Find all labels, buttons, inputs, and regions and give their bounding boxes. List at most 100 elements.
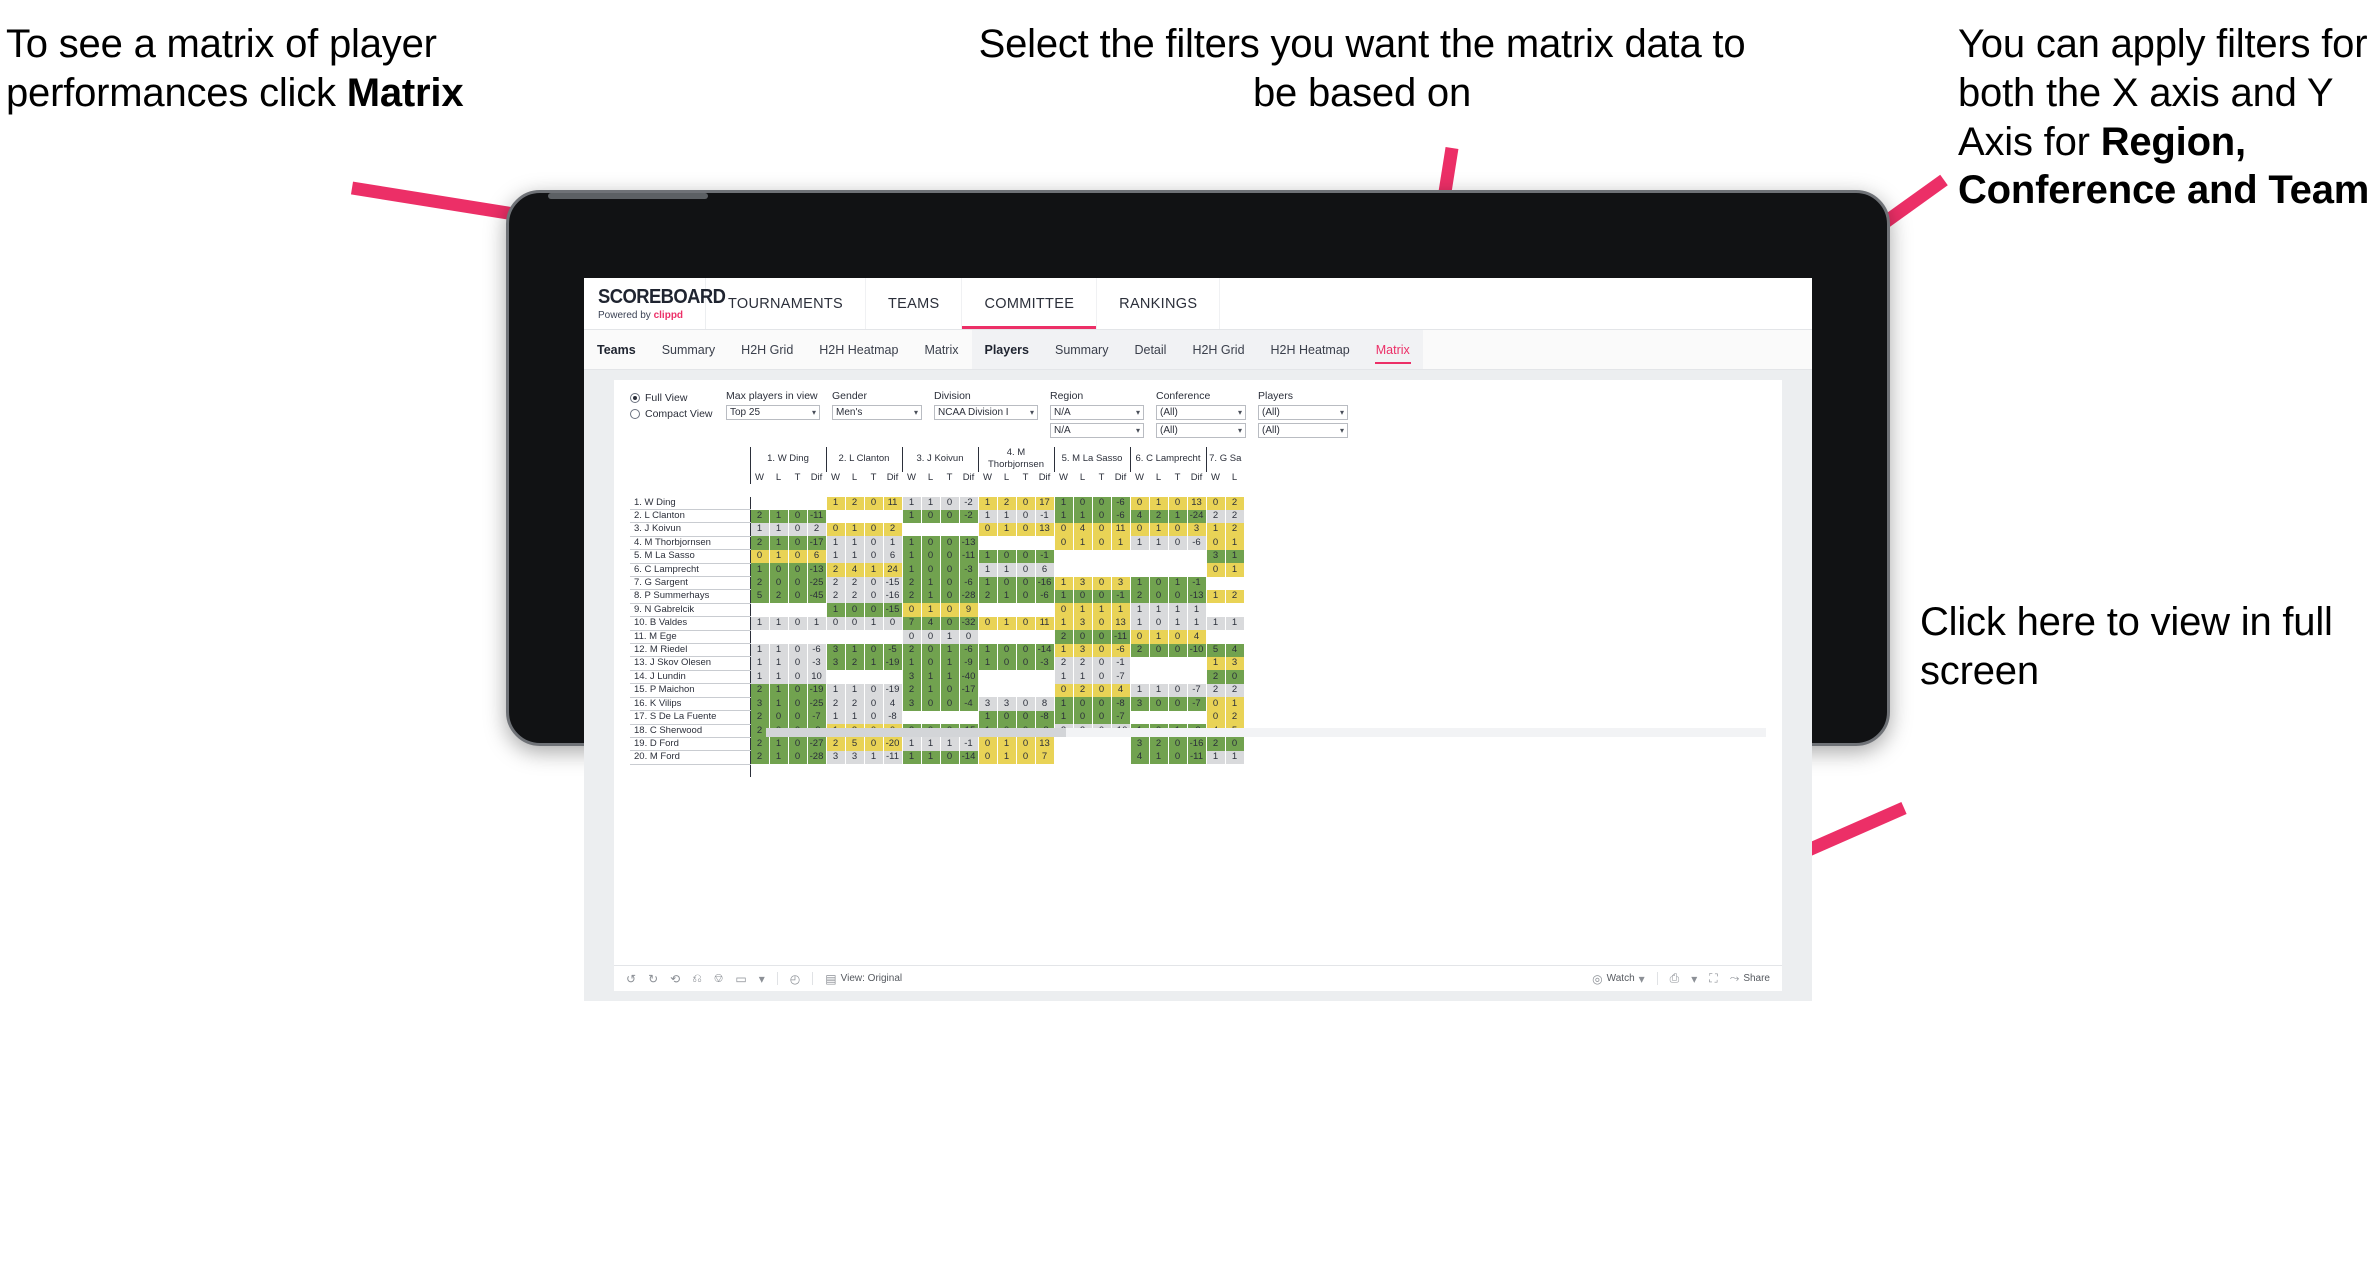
matrix-col-header[interactable]: 6. C Lamprecht	[1129, 447, 1206, 472]
matrix-cell[interactable]	[997, 683, 1017, 698]
matrix-cell[interactable]	[1168, 563, 1188, 577]
matrix-cell[interactable]	[1129, 656, 1150, 671]
matrix-cell[interactable]: 0	[940, 697, 960, 711]
matrix-cell[interactable]	[1111, 750, 1131, 765]
matrix-cell[interactable]: -4	[959, 697, 979, 711]
matrix-cell[interactable]: -10	[1187, 643, 1207, 657]
matrix-cell[interactable]	[1111, 549, 1131, 564]
matrix-cell[interactable]: 2	[749, 683, 770, 698]
matrix-cell[interactable]: 0	[864, 710, 884, 725]
matrix-cell[interactable]: 1	[977, 643, 998, 657]
matrix-cell[interactable]	[1016, 683, 1036, 698]
matrix-row-label[interactable]: 9. N Gabrelcik	[630, 603, 750, 618]
matrix-cell[interactable]: -11	[959, 549, 979, 564]
matrix-cell[interactable]: 1	[1111, 603, 1131, 617]
matrix-cell[interactable]: 0	[1016, 616, 1036, 631]
matrix-cell[interactable]	[1092, 750, 1112, 765]
matrix-cell[interactable]: 0	[1016, 549, 1036, 564]
matrix-cell[interactable]: 1	[769, 683, 789, 698]
matrix-cell[interactable]: 1	[1053, 616, 1074, 631]
matrix-cell[interactable]: 2	[1073, 656, 1093, 671]
matrix-row-label[interactable]: 12. M Riedel	[630, 643, 750, 658]
matrix-cell[interactable]: -1	[1187, 576, 1207, 590]
matrix-cell[interactable]: 0	[1092, 576, 1112, 590]
matrix-cell[interactable]: 0	[940, 683, 960, 698]
matrix-cell[interactable]	[769, 603, 789, 617]
matrix-cell[interactable]: -1	[1035, 549, 1055, 564]
matrix-cell[interactable]: 4	[1187, 630, 1207, 644]
matrix-cell[interactable]	[1187, 710, 1207, 725]
subnav-teams-summary[interactable]: Summary	[649, 330, 728, 369]
matrix-cell[interactable]	[997, 630, 1017, 644]
matrix-cell[interactable]: 1	[769, 750, 789, 765]
matrix-cell[interactable]: 0	[977, 522, 998, 537]
matrix-cell[interactable]: 2	[749, 710, 770, 725]
radio-full-view[interactable]: Full View	[630, 390, 726, 406]
matrix-cell[interactable]	[1129, 563, 1150, 577]
matrix-cell[interactable]: 1	[1092, 603, 1112, 617]
matrix-cell[interactable]: 0	[1016, 496, 1036, 510]
matrix-cell[interactable]: 4	[1225, 643, 1245, 657]
matrix-cell[interactable]: -7	[1187, 683, 1207, 698]
matrix-cell[interactable]: 0	[1016, 750, 1036, 765]
matrix-cell[interactable]: 4	[921, 616, 941, 631]
matrix-cell[interactable]: 2	[977, 589, 998, 604]
matrix-cell[interactable]: 0	[1016, 710, 1036, 725]
matrix-cell[interactable]: 5	[1205, 643, 1226, 657]
matrix-cell[interactable]	[1168, 710, 1188, 725]
subnav-teams-h2h-grid[interactable]: H2H Grid	[728, 330, 806, 369]
matrix-cell[interactable]: -17	[959, 683, 979, 698]
matrix-cell[interactable]: 2	[845, 576, 865, 590]
matrix-cell[interactable]: -6	[959, 576, 979, 590]
matrix-cell[interactable]: 1	[921, 603, 941, 617]
matrix-cell[interactable]	[977, 670, 998, 684]
watch-button[interactable]: ◎ Watch ▾	[1592, 972, 1644, 986]
matrix-cell[interactable]: 0	[1092, 509, 1112, 523]
matrix-cell[interactable]: 0	[940, 603, 960, 617]
matrix-cell[interactable]	[807, 496, 827, 510]
matrix-cell[interactable]: 1	[1149, 522, 1169, 537]
matrix-cell[interactable]: 3	[1073, 616, 1093, 631]
matrix-cell[interactable]: -8	[883, 710, 903, 725]
matrix-cell[interactable]: -3	[959, 563, 979, 577]
matrix-cell[interactable]: 1	[1129, 683, 1150, 698]
matrix-cell[interactable]: -1	[1035, 509, 1055, 523]
matrix-cell[interactable]	[997, 536, 1017, 550]
select-region-x[interactable]: N/A ▾	[1050, 405, 1144, 420]
matrix-row-label[interactable]: 20. M Ford	[630, 750, 750, 765]
matrix-cell[interactable]: 1	[1225, 616, 1245, 631]
matrix-cell[interactable]: -1	[1111, 589, 1131, 604]
matrix-cell[interactable]: 0	[940, 589, 960, 604]
matrix-cell[interactable]	[845, 630, 865, 644]
matrix-cell[interactable]: 2	[1225, 496, 1245, 510]
matrix-cell[interactable]: 0	[977, 737, 998, 751]
matrix-cell[interactable]: 0	[921, 563, 941, 577]
matrix-cell[interactable]: 1	[749, 616, 770, 631]
matrix-cell[interactable]: 0	[864, 496, 884, 510]
matrix-cell[interactable]: 0	[1168, 496, 1188, 510]
matrix-cell[interactable]: -15	[883, 603, 903, 617]
matrix-cell[interactable]: 3	[997, 697, 1017, 711]
matrix-cell[interactable]: 1	[845, 549, 865, 564]
matrix-cell[interactable]	[769, 630, 789, 644]
matrix-cell[interactable]: 2	[1205, 509, 1226, 523]
matrix-cell[interactable]: 1	[1225, 549, 1245, 564]
matrix-cell[interactable]: 0	[788, 589, 808, 604]
matrix-cell[interactable]: 0	[1168, 683, 1188, 698]
matrix-cell[interactable]: 1	[997, 616, 1017, 631]
matrix-cell[interactable]: -19	[807, 683, 827, 698]
matrix-cell[interactable]: 2	[825, 737, 846, 751]
matrix-cell[interactable]: 1	[1187, 603, 1207, 617]
matrix-cell[interactable]: 1	[1053, 589, 1074, 604]
nav-rankings[interactable]: RANKINGS	[1097, 278, 1221, 329]
matrix-cell[interactable]	[901, 710, 922, 725]
matrix-cell[interactable]: 0	[825, 522, 846, 537]
matrix-cell[interactable]: 1	[1149, 630, 1169, 644]
matrix-cell[interactable]: 7	[901, 616, 922, 631]
matrix-cell[interactable]: 1	[1149, 536, 1169, 550]
matrix-cell[interactable]: 2	[1149, 737, 1169, 751]
matrix-cell[interactable]: 0	[864, 683, 884, 698]
matrix-cell[interactable]: 3	[1073, 576, 1093, 590]
matrix-cell[interactable]: -13	[1187, 589, 1207, 604]
matrix-cell[interactable]: 1	[769, 549, 789, 564]
